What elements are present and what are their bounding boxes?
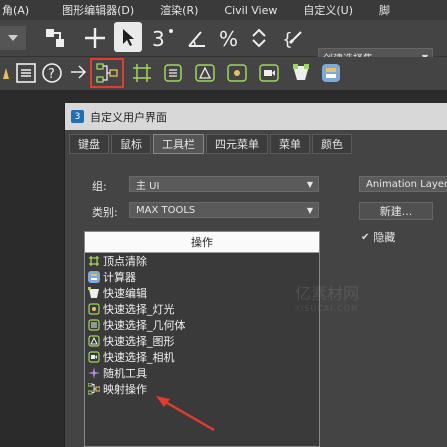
list-item-label: 随机工具 [103, 367, 147, 380]
list-item-vertex-weld[interactable]: 顶点清除 [85, 253, 319, 269]
checkmark-icon: ✔ [361, 231, 370, 243]
select-geometry-icon [87, 319, 101, 332]
list-icon[interactable] [14, 61, 38, 85]
annotation-arrow-icon [156, 396, 215, 432]
select-lights-icon[interactable] [224, 61, 250, 85]
quick-edit-icon[interactable] [288, 61, 314, 85]
select-lights-icon [87, 303, 101, 316]
dialog-tabs: 键盘 鼠标 工具栏 四元菜单 菜单 颜色 [69, 134, 354, 154]
tab-menus[interactable]: 菜单 [270, 134, 310, 154]
mapping-operation-toolbar-icon[interactable] [90, 58, 124, 88]
list-item-label: 计算器 [103, 271, 136, 284]
mapping-operation-icon [87, 383, 101, 396]
list-item-label: 快速选择_几何体 [103, 319, 186, 332]
list-item-label: 快速编辑 [103, 287, 147, 300]
tab-quad-menus[interactable]: 四元菜单 [206, 134, 268, 154]
group-label: 组: [92, 180, 107, 193]
select-object-icon[interactable] [114, 22, 142, 52]
angle-snap-icon[interactable] [184, 24, 210, 52]
menu-graph-editors[interactable]: 图形编辑器(D) [49, 2, 147, 18]
percent-snap-icon[interactable]: % [216, 24, 242, 52]
menu-animation[interactable]: 角(A) [0, 2, 49, 18]
category-label: 类别: [92, 206, 118, 219]
calculator-icon [87, 271, 101, 284]
menu-script[interactable]: 脚 [366, 2, 403, 18]
hide-checkbox[interactable]: ✔ 隐藏 [361, 229, 395, 245]
list-item-select-lights[interactable]: 快速选择_灯光 [85, 301, 319, 317]
app-logo-icon: 3 [71, 110, 84, 123]
toolbar-dropdown[interactable]: Animation Layers [359, 176, 447, 192]
help-icon[interactable]: ? [40, 61, 64, 85]
random-tools-icon [87, 367, 101, 380]
vertex-weld-icon [87, 255, 101, 268]
select-geometry-icon[interactable] [160, 61, 186, 85]
main-toolbar: 3 % { 创建选择集 ▼ [0, 20, 447, 66]
select-shapes-icon[interactable] [192, 61, 218, 85]
group-dropdown[interactable]: 主 UI ▼ [129, 176, 319, 192]
list-item-select-cameras[interactable]: 快速选择_相机 [85, 349, 319, 365]
custom-toolbar: ? [0, 57, 447, 90]
menu-customize[interactable]: 自定义(U) [290, 2, 366, 18]
category-value: MAX TOOLS [136, 204, 196, 216]
quick-edit-icon [87, 287, 101, 300]
list-item-quick-edit[interactable]: 快速编辑 [85, 285, 319, 301]
vertex-weld-icon[interactable] [130, 61, 154, 85]
list-item-label: 快速选择_图形 [103, 335, 175, 348]
select-cameras-icon[interactable] [256, 61, 282, 85]
list-item-label: 快速选择_灯光 [103, 303, 175, 316]
new-toolbar-button[interactable]: 新建... [359, 202, 433, 220]
select-cameras-icon [87, 351, 101, 364]
list-item-label: 映射操作 [103, 383, 147, 396]
menu-civil-view[interactable]: Civil View [211, 4, 290, 17]
select-shapes-icon [87, 335, 101, 348]
menu-bar: 角(A) 图形编辑器(D) 渲染(R) Civil View 自定义(U) 脚 [0, 0, 447, 20]
toolbar-handle-icon[interactable] [0, 61, 12, 85]
new-button-label: 新建... [379, 205, 413, 218]
menu-rendering[interactable]: 渲染(R) [147, 2, 211, 18]
hide-label: 隐藏 [373, 231, 396, 244]
svg-text:3: 3 [152, 27, 165, 51]
separator-icon [66, 61, 88, 85]
dialog-title-bar[interactable]: 3 自定义用户界面 [65, 103, 447, 130]
tab-colors[interactable]: 颜色 [312, 134, 352, 154]
tab-toolbars[interactable]: 工具栏 [153, 134, 204, 154]
chevron-down-icon: ▼ [306, 179, 313, 189]
calculator-icon[interactable] [318, 61, 344, 85]
spinner-snap-icon[interactable] [248, 24, 270, 52]
customize-ui-dialog: 3 自定义用户界面 键盘 鼠标 工具栏 四元菜单 菜单 颜色 组: 主 UI ▼… [64, 103, 447, 447]
snap-3d-icon[interactable]: 3 [150, 24, 176, 52]
list-item-calculator[interactable]: 计算器 [85, 269, 319, 285]
action-list-header[interactable]: 操作 [85, 232, 319, 253]
tab-mouse[interactable]: 鼠标 [111, 134, 151, 154]
toolbar-dropdown-value: Animation Layers [366, 178, 447, 190]
list-item-select-geometry[interactable]: 快速选择_几何体 [85, 317, 319, 333]
list-item-label: 顶点清除 [103, 255, 147, 268]
svg-text:?: ? [48, 67, 55, 82]
tab-keyboard[interactable]: 键盘 [69, 134, 109, 154]
svg-text:%: % [219, 27, 238, 50]
category-dropdown[interactable]: MAX TOOLS ▼ [129, 202, 319, 218]
snap-toggle-icon[interactable] [40, 24, 70, 52]
list-item-label: 快速选择_相机 [103, 351, 175, 364]
action-header-label: 操作 [191, 236, 213, 249]
group-value: 主 UI [136, 180, 160, 192]
list-item-select-shapes[interactable]: 快速选择_图形 [85, 333, 319, 349]
list-item-random-tools[interactable]: 随机工具 [85, 365, 319, 381]
dropdown-arrow-icon[interactable] [0, 26, 26, 50]
move-icon[interactable] [82, 24, 108, 52]
chevron-down-icon: ▼ [306, 205, 313, 215]
dialog-title: 自定义用户界面 [90, 110, 167, 124]
named-selection-icon[interactable]: { [280, 24, 310, 52]
